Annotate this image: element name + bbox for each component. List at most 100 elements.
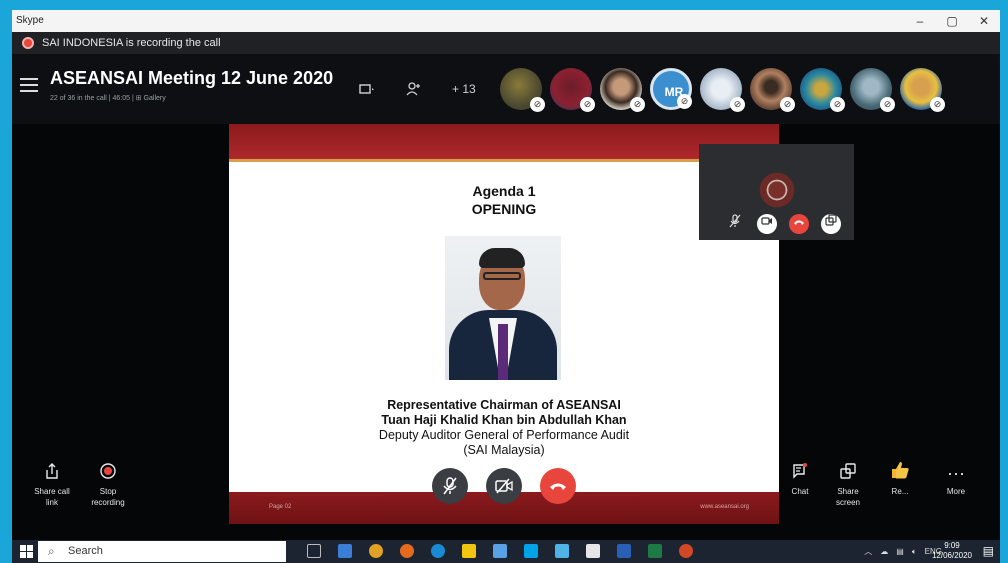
add-participant-icon[interactable] — [406, 82, 422, 99]
word-icon[interactable] — [617, 544, 631, 558]
taskbar-search-box[interactable]: ⌕ Search — [38, 541, 286, 562]
recording-banner: SAI INDONESIA is recording the call — [12, 32, 1000, 54]
clock-time: 9:09 — [944, 541, 960, 550]
share-call-link-label-2: link — [45, 498, 58, 507]
caption-org: (SAI Malaysia) — [463, 443, 545, 457]
powerpoint-icon[interactable] — [679, 544, 693, 558]
shared-screen-slide: Agenda 1 OPENING Representative Chairman… — [229, 124, 779, 524]
participant-avatar[interactable]: ⊘ — [850, 68, 895, 112]
taskbar-apps — [298, 542, 701, 558]
more-icon: ··· — [947, 463, 965, 483]
speaker-caption: Representative Chairman of ASEANSAI Tuan… — [229, 398, 779, 458]
chat-button[interactable]: Chat — [774, 460, 826, 497]
speaker-photo — [445, 236, 561, 380]
video-off-button[interactable] — [486, 468, 522, 504]
thumbs-up-icon — [874, 460, 926, 486]
self-view-controls — [725, 214, 853, 234]
camera-icon[interactable] — [757, 214, 777, 234]
app-title: Skype — [16, 15, 44, 26]
share-screen-label: Share — [837, 487, 859, 496]
muted-mic-icon: ⊘ — [580, 97, 595, 112]
extra-participants-count[interactable]: + 13 — [452, 82, 476, 96]
recording-text: SAI INDONESIA is recording the call — [42, 37, 221, 49]
menu-icon[interactable] — [20, 78, 38, 96]
end-call-icon[interactable] — [789, 214, 809, 234]
taskbar-clock[interactable]: 9:09 12/06/2020 — [932, 541, 972, 561]
windows-start-icon[interactable] — [20, 545, 33, 558]
search-icon: ⌕ — [48, 544, 55, 558]
muted-mic-icon: ⊘ — [880, 97, 895, 112]
participant-avatar[interactable]: ⊘ — [600, 68, 645, 112]
react-button[interactable]: Re... — [874, 460, 926, 497]
excel-icon[interactable] — [648, 544, 662, 558]
mail-app-icon[interactable] — [338, 544, 352, 558]
zoom-app-icon[interactable] — [493, 544, 507, 558]
call-header: ASEANSAI Meeting 12 June 2020 22 of 36 i… — [12, 54, 1000, 124]
muted-mic-icon: ⊘ — [930, 97, 945, 112]
skype-taskbar-icon[interactable] — [524, 544, 538, 558]
window-controls: – ▢ ✕ — [904, 10, 1000, 32]
muted-mic-icon: ⊘ — [677, 94, 692, 109]
slide-agenda: Agenda 1 OPENING — [229, 182, 779, 218]
network-icon[interactable]: ▤ — [896, 547, 904, 556]
store-icon[interactable] — [555, 544, 569, 558]
volume-icon[interactable]: 🔈︎ — [912, 547, 917, 557]
chat-icon — [774, 460, 826, 486]
share-call-link-button[interactable]: Share call link — [26, 460, 78, 508]
call-info[interactable]: 22 of 36 in the call | 46:05 | ⊞ Gallery — [50, 94, 166, 102]
search-placeholder: Search — [68, 545, 103, 557]
edge-icon[interactable] — [431, 544, 445, 558]
tray-chevron-icon[interactable]: ︿ — [864, 546, 872, 557]
mic-muted-icon[interactable] — [725, 214, 745, 234]
more-button[interactable]: ··· More — [930, 460, 982, 497]
participant-avatar[interactable]: ⊘ — [900, 68, 945, 112]
muted-mic-icon: ⊘ — [730, 97, 745, 112]
share-screen-button[interactable]: Share screen — [822, 460, 874, 508]
minimize-button[interactable]: – — [904, 10, 936, 32]
layout-icon[interactable] — [358, 82, 376, 99]
participant-avatar-initials[interactable]: MR ⊘ — [650, 68, 692, 110]
self-avatar — [757, 170, 797, 210]
notifications-icon[interactable]: ▤ — [983, 544, 994, 558]
participant-avatar[interactable]: ⊘ — [700, 68, 745, 112]
slide-website: www.aseansai.org — [700, 504, 749, 510]
participant-avatar[interactable]: ⊘ — [750, 68, 795, 112]
record-icon — [82, 460, 134, 486]
participant-avatar[interactable]: ⊘ — [550, 68, 595, 112]
windows-taskbar: ⌕ Search ︿ ☁ ▤ 🔈︎ ENG 9:09 12/06/2020 ▤ — [12, 540, 1000, 563]
stop-recording-label: Stop — [99, 487, 117, 496]
react-label: Re... — [891, 487, 909, 496]
title-bar: Skype – ▢ ✕ — [12, 10, 1000, 32]
participant-avatar[interactable]: ⊘ — [800, 68, 845, 112]
chrome-icon[interactable] — [369, 544, 383, 558]
meeting-title: ASEANSAI Meeting 12 June 2020 — [50, 68, 334, 88]
stop-recording-label-2: recording — [91, 498, 125, 507]
self-view-panel[interactable] — [699, 144, 854, 240]
chat-label: Chat — [791, 487, 809, 496]
file-explorer-icon[interactable] — [462, 544, 476, 558]
share-icon — [26, 460, 78, 486]
participant-avatars: ⊘ ⊘ ⊘ MR ⊘ ⊘ ⊘ ⊘ ⊘ ⊘ — [500, 68, 950, 112]
close-button[interactable]: ✕ — [968, 10, 1000, 32]
agenda-title: Agenda 1 — [472, 183, 536, 199]
more-label: More — [946, 487, 966, 496]
stop-recording-button[interactable]: Stop recording — [82, 460, 134, 508]
mute-button[interactable] — [432, 468, 468, 504]
clock-date: 12/06/2020 — [931, 551, 972, 560]
maximize-button[interactable]: ▢ — [936, 10, 968, 32]
agenda-subtitle: OPENING — [471, 201, 537, 217]
slide-page-number: Page 02 — [269, 504, 292, 510]
firefox-icon[interactable] — [400, 544, 414, 558]
caption-role: Representative Chairman of ASEANSAI — [387, 398, 621, 412]
muted-mic-icon: ⊘ — [830, 97, 845, 112]
end-call-button[interactable] — [540, 468, 576, 504]
monitor-app-icon[interactable] — [586, 544, 600, 558]
task-view-icon[interactable] — [307, 544, 321, 558]
recording-icon — [22, 37, 34, 49]
switch-view-icon[interactable] — [821, 214, 841, 234]
share-screen-label-2: screen — [835, 498, 860, 507]
participant-avatar[interactable]: ⊘ — [500, 68, 545, 112]
onedrive-icon[interactable]: ☁ — [880, 547, 888, 556]
caption-name: Tuan Haji Khalid Khan bin Abdullah Khan — [381, 413, 627, 427]
slide-header-band — [229, 124, 779, 162]
